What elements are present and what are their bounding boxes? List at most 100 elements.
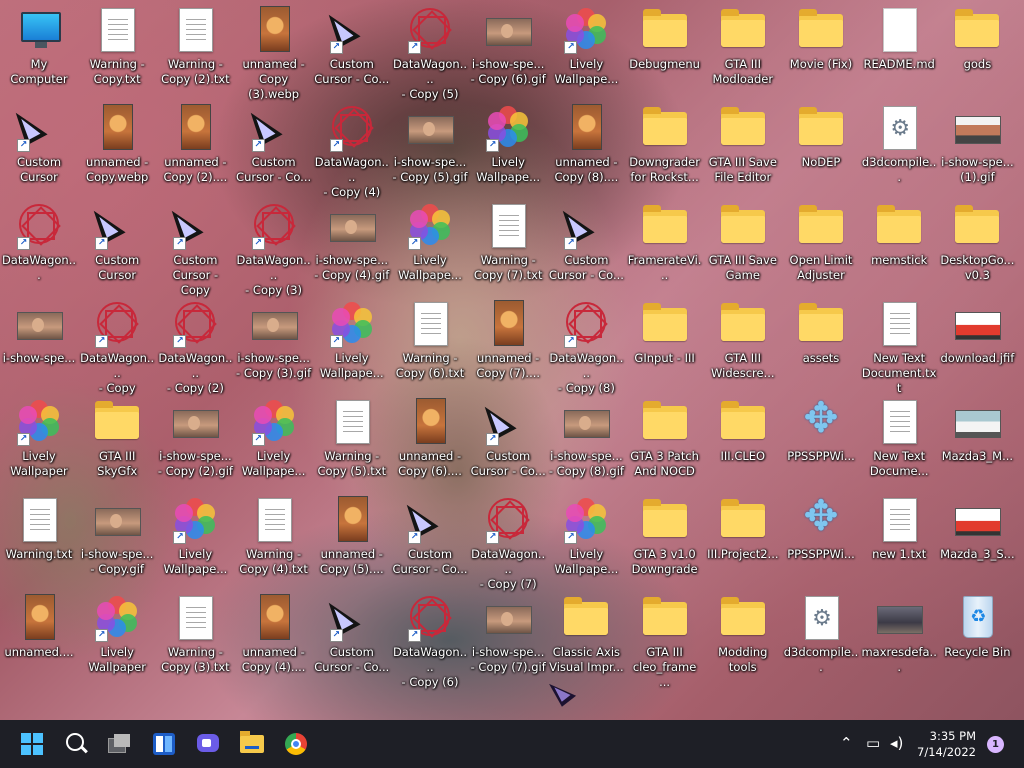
- desktop-icon[interactable]: ↗ Custom Cursor - Co...: [235, 100, 313, 198]
- desktop-icon[interactable]: DesktopGo... v0.3: [938, 198, 1016, 296]
- desktop-icon[interactable]: Warning - Copy (4).txt: [235, 492, 313, 590]
- desktop-icon[interactable]: Modding tools: [704, 590, 782, 688]
- desktop-icon[interactable]: Downgrader for Rockst...: [626, 100, 704, 198]
- desktop-icon[interactable]: Classic Axis Visual Impr...: [547, 590, 625, 688]
- desktop-icon[interactable]: GTA III cleo_frame ...: [626, 590, 704, 689]
- desktop-icon[interactable]: GTA 3 v1.0 Downgrade: [626, 492, 704, 590]
- desktop-icon[interactable]: ⚙ d3dcompile...: [860, 100, 938, 198]
- desktop-icon[interactable]: ↗ DataWagon...: [0, 198, 78, 296]
- desktop-icon[interactable]: ⚙ d3dcompile...: [782, 590, 860, 688]
- desktop-icon[interactable]: New Text Document.txt: [860, 296, 938, 395]
- desktop-icon[interactable]: download.jfif: [938, 296, 1016, 394]
- desktop-icon[interactable]: memstick: [860, 198, 938, 296]
- desktop-icon[interactable]: i-show-spe... (1).gif: [938, 100, 1016, 198]
- network-icon[interactable]: ▭: [866, 734, 880, 752]
- desktop-icon[interactable]: ↗ Custom Cursor - Co...: [313, 590, 391, 688]
- clock[interactable]: 3:35 PM 7/14/2022: [917, 728, 976, 760]
- desktop-icon[interactable]: gods: [938, 2, 1016, 100]
- desktop-icon[interactable]: Open Limit Adjuster: [782, 198, 860, 296]
- volume-icon[interactable]: ◂): [890, 734, 903, 752]
- desktop-icon[interactable]: ↗ DataWagon.... - Copy: [78, 296, 156, 395]
- desktop-icon[interactable]: i-show-spe... - Copy (2).gif: [156, 394, 234, 492]
- desktop-icon[interactable]: unnamed - Copy (4)....: [235, 590, 313, 688]
- desktop-icon[interactable]: ↗ DataWagon.... - Copy (3): [235, 198, 313, 297]
- desktop-icon[interactable]: ↗ Lively Wallpaper: [0, 394, 78, 492]
- desktop-icon[interactable]: ↗ DataWagon.... - Copy (5): [391, 2, 469, 101]
- desktop-icon[interactable]: i-show-spe... - Copy (3).gif: [235, 296, 313, 394]
- desktop-icon[interactable]: ↗ Custom Cursor - Co...: [547, 198, 625, 296]
- desktop-icon[interactable]: ↗ DataWagon.... - Copy (2): [156, 296, 234, 395]
- desktop-icon[interactable]: III.Project2...: [704, 492, 782, 590]
- desktop-icon[interactable]: My Computer: [0, 2, 78, 100]
- search-button[interactable]: [58, 726, 94, 762]
- desktop-icon[interactable]: ↗ Lively Wallpape...: [156, 492, 234, 590]
- desktop-icon[interactable]: ✥ PPSSPPWi...: [782, 394, 860, 492]
- desktop-icon[interactable]: ↗ Custom Cursor - Co...: [313, 2, 391, 100]
- desktop-icon[interactable]: III.CLEO: [704, 394, 782, 492]
- start-button[interactable]: [14, 726, 50, 762]
- desktop[interactable]: My Computer Warning - Copy.txt Warning - C…: [0, 0, 1024, 720]
- desktop-icon[interactable]: ↗ Lively Wallpape...: [469, 100, 547, 198]
- notification-badge[interactable]: 1: [987, 736, 1004, 753]
- desktop-icon[interactable]: ↗ DataWagon.... - Copy (6): [391, 590, 469, 689]
- desktop-icon[interactable]: i-show-spe... - Copy (4).gif: [313, 198, 391, 296]
- desktop-icon[interactable]: unnamed - Copy (8)....: [547, 100, 625, 198]
- desktop-icon[interactable]: i-show-spe... - Copy (7).gif: [469, 590, 547, 688]
- desktop-icon[interactable]: GTA III Save Game: [704, 198, 782, 296]
- desktop-icon[interactable]: GTA III SkyGfx: [78, 394, 156, 492]
- desktop-icon[interactable]: unnamed - Copy (3).webp: [235, 2, 313, 101]
- desktop-icon[interactable]: unnamed - Copy (2)....: [156, 100, 234, 198]
- desktop-icon[interactable]: NoDEP: [782, 100, 860, 198]
- desktop-icon[interactable]: unnamed - Copy (7)....: [469, 296, 547, 394]
- desktop-icon[interactable]: i-show-spe... - Copy (5).gif: [391, 100, 469, 198]
- desktop-icon[interactable]: Warning.txt: [0, 492, 78, 590]
- task-view-button[interactable]: [102, 726, 138, 762]
- desktop-icon[interactable]: GTA III Save File Editor: [704, 100, 782, 198]
- desktop-icon[interactable]: new 1.txt: [860, 492, 938, 590]
- desktop-icon[interactable]: Warning - Copy.txt: [78, 2, 156, 100]
- desktop-icon[interactable]: ↗ Lively Wallpape...: [547, 2, 625, 100]
- desktop-icon[interactable]: ↗ Lively Wallpape...: [391, 198, 469, 296]
- desktop-icon[interactable]: GTA III Modloader: [704, 2, 782, 100]
- show-hidden-icons-button[interactable]: ⌃: [840, 734, 853, 752]
- desktop-icon[interactable]: Warning - Copy (5).txt: [313, 394, 391, 492]
- desktop-icon[interactable]: GTA 3 Patch And NOCD: [626, 394, 704, 492]
- desktop-icon[interactable]: maxresdefa...: [860, 590, 938, 688]
- desktop-icon[interactable]: unnamed....: [0, 590, 78, 688]
- desktop-icon[interactable]: Warning - Copy (3).txt: [156, 590, 234, 688]
- desktop-icon[interactable]: i-show-spe... - Copy (6).gif: [469, 2, 547, 100]
- desktop-icon[interactable]: GTA III Widescre...: [704, 296, 782, 394]
- desktop-icon[interactable]: ↗ Custom Cursor - Copy: [156, 198, 234, 297]
- desktop-icon[interactable]: GInput - III: [626, 296, 704, 394]
- desktop-icon[interactable]: unnamed - Copy (6)....: [391, 394, 469, 492]
- desktop-icon[interactable]: ↗ DataWagon.... - Copy (7): [469, 492, 547, 591]
- desktop-icon[interactable]: i-show-spe... - Copy (8).gif: [547, 394, 625, 492]
- desktop-icon[interactable]: Debugmenu: [626, 2, 704, 100]
- desktop-icon[interactable]: FramerateVi...: [626, 198, 704, 296]
- desktop-icon[interactable]: ↗ DataWagon.... - Copy (4): [313, 100, 391, 199]
- chat-button[interactable]: [190, 726, 226, 762]
- desktop-icon[interactable]: README.md: [860, 2, 938, 100]
- desktop-icon[interactable]: ↗ DataWagon.... - Copy (8): [547, 296, 625, 395]
- desktop-icon[interactable]: ✥ PPSSPPWi...: [782, 492, 860, 590]
- desktop-icon[interactable]: ↗ Lively Wallpape...: [547, 492, 625, 590]
- desktop-icon[interactable]: assets: [782, 296, 860, 394]
- desktop-icon[interactable]: New Text Docume...: [860, 394, 938, 492]
- chrome-button[interactable]: [278, 726, 314, 762]
- file-explorer-button[interactable]: [234, 726, 270, 762]
- desktop-icon[interactable]: Warning - Copy (6).txt: [391, 296, 469, 394]
- desktop-icon[interactable]: ↗ Lively Wallpaper: [78, 590, 156, 688]
- desktop-icon[interactable]: ↗ Custom Cursor - Co...: [469, 394, 547, 492]
- desktop-icon[interactable]: ♻ Recycle Bin: [938, 590, 1016, 688]
- desktop-icon[interactable]: Mazda_3_S...: [938, 492, 1016, 590]
- desktop-icon[interactable]: ↗ Custom Cursor: [78, 198, 156, 296]
- desktop-icon[interactable]: ↗ Custom Cursor: [0, 100, 78, 198]
- desktop-icon[interactable]: Movie (Fix): [782, 2, 860, 100]
- widgets-button[interactable]: [146, 726, 182, 762]
- desktop-icon[interactable]: unnamed - Copy (5)....: [313, 492, 391, 590]
- desktop-icon[interactable]: i-show-spe... - Copy.gif: [78, 492, 156, 590]
- desktop-icon[interactable]: ↗ Lively Wallpape...: [235, 394, 313, 492]
- desktop-icon[interactable]: Mazda3_M...: [938, 394, 1016, 492]
- desktop-icon[interactable]: i-show-spe...: [0, 296, 78, 394]
- desktop-icon[interactable]: unnamed - Copy.webp: [78, 100, 156, 198]
